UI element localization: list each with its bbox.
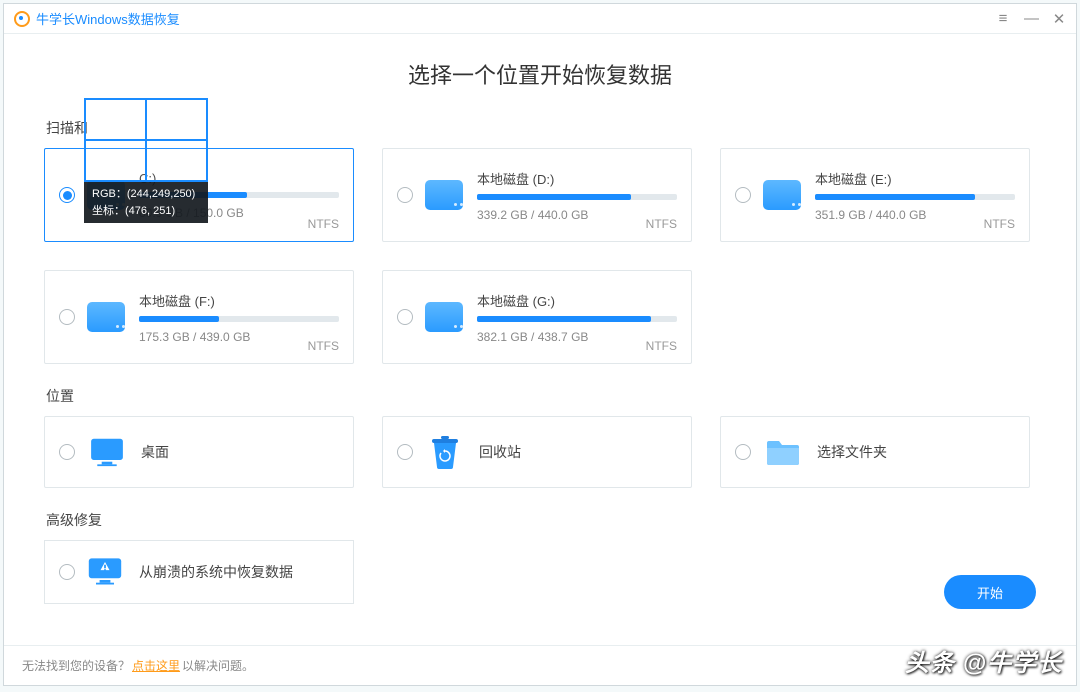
- location-card[interactable]: 回收站: [382, 416, 692, 488]
- radio-drive[interactable]: [735, 187, 751, 203]
- drive-card[interactable]: 本地磁盘 (D:)339.2 GB / 440.0 GBNTFS: [382, 148, 692, 242]
- location-card[interactable]: 桌面: [44, 416, 354, 488]
- radio-drive[interactable]: [59, 309, 75, 325]
- usage-bar: [815, 194, 1015, 200]
- footer-suffix: 以解决问题。: [182, 657, 254, 674]
- drive-card[interactable]: 本地磁盘 (E:)351.9 GB / 440.0 GBNTFS: [720, 148, 1030, 242]
- usage-bar: [477, 194, 677, 200]
- app-title: 牛学长Windows数据恢复: [36, 9, 180, 28]
- drive-icon: [763, 180, 801, 210]
- footer-link[interactable]: 点击这里: [132, 657, 180, 674]
- drive-name: C:): [139, 171, 339, 186]
- drive-card[interactable]: 本地磁盘 (F:)175.3 GB / 439.0 GBNTFS: [44, 270, 354, 364]
- folder-icon: [763, 435, 803, 469]
- fs-label: NTFS: [646, 339, 677, 353]
- usage-bar: [477, 316, 677, 322]
- drive-card[interactable]: 本地磁盘 (G:)382.1 GB / 438.7 GBNTFS: [382, 270, 692, 364]
- recycle-icon: [425, 435, 465, 469]
- location-label: 选择文件夹: [817, 442, 887, 462]
- location-label: 桌面: [141, 442, 169, 462]
- drive-name: 本地磁盘 (F:): [139, 291, 339, 310]
- page-title: 选择一个位置开始恢复数据: [44, 58, 1036, 90]
- section-advanced-label: 高级修复: [46, 510, 1036, 530]
- location-label: 回收站: [479, 442, 521, 462]
- menu-icon[interactable]: ≡: [996, 10, 1010, 28]
- close-button[interactable]: ✕: [1052, 10, 1066, 28]
- desktop-icon: [87, 435, 127, 469]
- location-card-list: 桌面 回收站 选择文件夹: [44, 416, 1036, 488]
- drive-icon: [87, 180, 125, 210]
- app-icon: [14, 11, 30, 27]
- usage-bar: [139, 316, 339, 322]
- radio-drive[interactable]: [59, 187, 75, 203]
- minimize-button[interactable]: —: [1024, 10, 1038, 28]
- fs-label: NTFS: [646, 217, 677, 231]
- fs-label: NTFS: [984, 217, 1015, 231]
- drive-card[interactable]: C:)80.9 GB / 150.0 GBNTFS: [44, 148, 354, 242]
- drive-icon: [425, 302, 463, 332]
- radio-drive[interactable]: [397, 187, 413, 203]
- footer-prefix: 无法找到您的设备？: [22, 657, 130, 674]
- radio-location[interactable]: [735, 444, 751, 460]
- drive-name: 本地磁盘 (G:): [477, 291, 677, 310]
- titlebar: 牛学长Windows数据恢复 ≡ — ✕: [4, 4, 1076, 34]
- section-locations-label: 位置: [46, 386, 1036, 406]
- radio-location[interactable]: [59, 444, 75, 460]
- advanced-label: 从崩溃的系统中恢复数据: [139, 562, 293, 582]
- crash-system-icon: [87, 556, 127, 588]
- fs-label: NTFS: [308, 217, 339, 231]
- section-scan-label: 扫描和: [46, 118, 1036, 138]
- fs-label: NTFS: [308, 339, 339, 353]
- drive-card-list: C:)80.9 GB / 150.0 GBNTFS 本地磁盘 (D:)339.2 …: [44, 148, 1036, 364]
- drive-icon: [87, 302, 125, 332]
- usage-bar: [139, 192, 339, 198]
- location-card[interactable]: 选择文件夹: [720, 416, 1030, 488]
- start-button[interactable]: 开始: [944, 575, 1036, 609]
- advanced-recovery-card[interactable]: 从崩溃的系统中恢复数据: [44, 540, 354, 604]
- drive-icon: [425, 180, 463, 210]
- radio-location[interactable]: [397, 444, 413, 460]
- radio-drive[interactable]: [397, 309, 413, 325]
- radio-advanced[interactable]: [59, 564, 75, 580]
- drive-name: 本地磁盘 (E:): [815, 169, 1015, 188]
- footer: 无法找到您的设备？ 点击这里 以解决问题。: [4, 645, 1076, 685]
- drive-name: 本地磁盘 (D:): [477, 169, 677, 188]
